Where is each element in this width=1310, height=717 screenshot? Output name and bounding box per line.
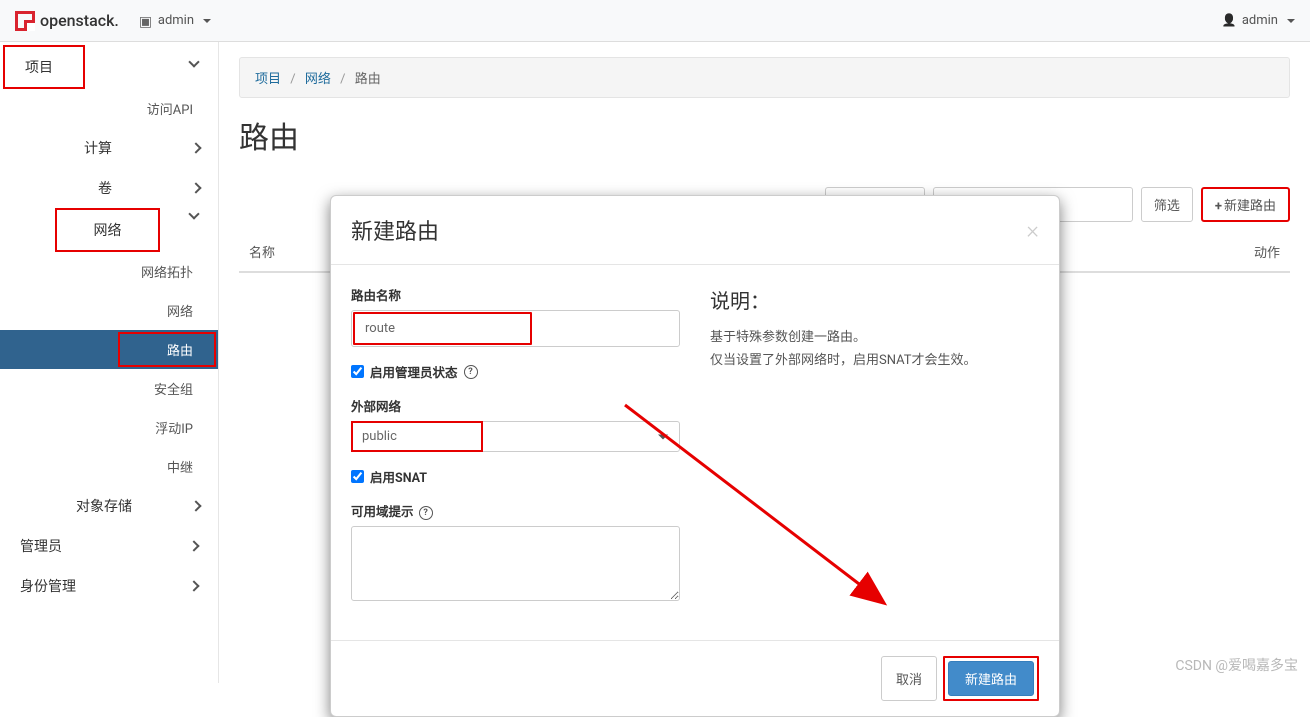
sidebar-item-project[interactable]: 项目: [3, 45, 85, 89]
sidebar-label: 访问API: [147, 99, 193, 118]
sidebar-item-identity[interactable]: 身份管理: [0, 566, 218, 606]
router-name-input[interactable]: [353, 312, 532, 345]
breadcrumb: 项目 / 网络 / 路由: [239, 57, 1290, 98]
sidebar-item-api-access[interactable]: 访问API: [0, 89, 218, 128]
sidebar-label: 身份管理: [20, 576, 76, 596]
caret-down-icon: [203, 19, 211, 23]
sidebar-item-floating-ips[interactable]: 浮动IP: [0, 408, 218, 447]
sidebar-label: 项目: [25, 57, 53, 77]
external-network-label: 外部网络: [351, 396, 680, 415]
logo: openstack.: [15, 11, 119, 31]
sidebar-item-trunks[interactable]: 中继: [0, 447, 218, 486]
topbar: openstack. admin admin: [0, 0, 1310, 42]
cubes-icon: [139, 14, 153, 28]
logo-text: openstack.: [40, 11, 119, 30]
modal-desc-title: 说明：: [710, 285, 1039, 314]
create-router-modal: 新建路由 × 路由名称 启用管理员状态 外部网络 public: [330, 195, 1060, 717]
sidebar-label: 管理员: [20, 536, 62, 556]
breadcrumb-project[interactable]: 项目: [255, 72, 281, 87]
chevron-down-icon: [188, 56, 199, 67]
sidebar-label: 卷: [98, 178, 112, 198]
modal-title: 新建路由: [351, 214, 439, 246]
sidebar-label: 安全组: [154, 379, 193, 398]
az-label: 可用域提示: [351, 501, 680, 520]
sidebar-item-security-groups[interactable]: 安全组: [0, 369, 218, 408]
user-menu-label: admin: [1242, 13, 1278, 28]
close-icon[interactable]: ×: [1026, 218, 1039, 242]
caret-down-icon: [1287, 19, 1295, 23]
admin-state-checkbox[interactable]: [351, 365, 364, 378]
plus-icon: +: [1215, 199, 1222, 214]
snat-label: 启用SNAT: [370, 467, 427, 486]
watermark: CSDN @爱喝嘉多宝: [1175, 655, 1298, 675]
sidebar-item-volumes[interactable]: 卷: [0, 168, 218, 208]
user-menu[interactable]: admin: [1222, 13, 1295, 28]
modal-desc-line: 基于特殊参数创建一路由。: [710, 326, 1039, 349]
sidebar-item-compute[interactable]: 计算: [0, 128, 218, 168]
chevron-right-icon: [190, 500, 201, 511]
chevron-right-icon: [188, 580, 199, 591]
breadcrumb-current: 路由: [355, 72, 381, 87]
chevron-right-icon: [190, 182, 201, 193]
sidebar-label: 网络拓扑: [141, 262, 193, 281]
cancel-button[interactable]: 取消: [881, 656, 937, 701]
sidebar-item-network[interactable]: 网络: [55, 208, 160, 252]
external-network-select[interactable]: public: [351, 421, 680, 452]
admin-state-label: 启用管理员状态: [370, 362, 458, 381]
sidebar-item-network-topology[interactable]: 网络拓扑: [0, 252, 218, 291]
page-title: 路由: [239, 113, 1290, 157]
project-selector-label: admin: [158, 13, 194, 28]
sidebar-item-object-store[interactable]: 对象存储: [0, 486, 218, 526]
help-icon[interactable]: [419, 506, 433, 520]
snat-checkbox[interactable]: [351, 470, 364, 483]
az-textarea[interactable]: [351, 526, 680, 601]
chevron-right-icon: [190, 142, 201, 153]
sidebar-label: 浮动IP: [155, 418, 193, 437]
sidebar: 项目 访问API 计算 卷 网络 网络拓扑 网络 路由 安全组 浮动IP 中继 …: [0, 42, 219, 683]
sidebar-item-networks[interactable]: 网络: [0, 291, 218, 330]
sidebar-item-admin[interactable]: 管理员: [0, 526, 218, 566]
sidebar-label: 中继: [167, 457, 193, 476]
openstack-logo-icon: [15, 11, 35, 31]
create-button-label: 新建路由: [1224, 199, 1276, 214]
router-name-label: 路由名称: [351, 285, 680, 304]
filter-button[interactable]: 筛选: [1141, 187, 1193, 222]
sidebar-item-routers[interactable]: 路由: [0, 330, 218, 369]
sidebar-label: 对象存储: [76, 496, 132, 516]
sidebar-label: 网络: [167, 301, 193, 320]
user-icon: [1222, 13, 1237, 28]
submit-button[interactable]: 新建路由: [948, 661, 1034, 696]
create-router-button[interactable]: +新建路由: [1201, 187, 1290, 222]
modal-desc-line: 仅当设置了外部网络时，启用SNAT才会生效。: [710, 349, 1039, 372]
sidebar-label: 网络: [94, 220, 122, 240]
chevron-down-icon: [188, 208, 199, 219]
chevron-right-icon: [188, 540, 199, 551]
breadcrumb-network[interactable]: 网络: [305, 72, 331, 87]
sidebar-label: 计算: [84, 138, 112, 158]
help-icon[interactable]: [464, 365, 478, 379]
project-selector[interactable]: admin: [139, 13, 211, 28]
